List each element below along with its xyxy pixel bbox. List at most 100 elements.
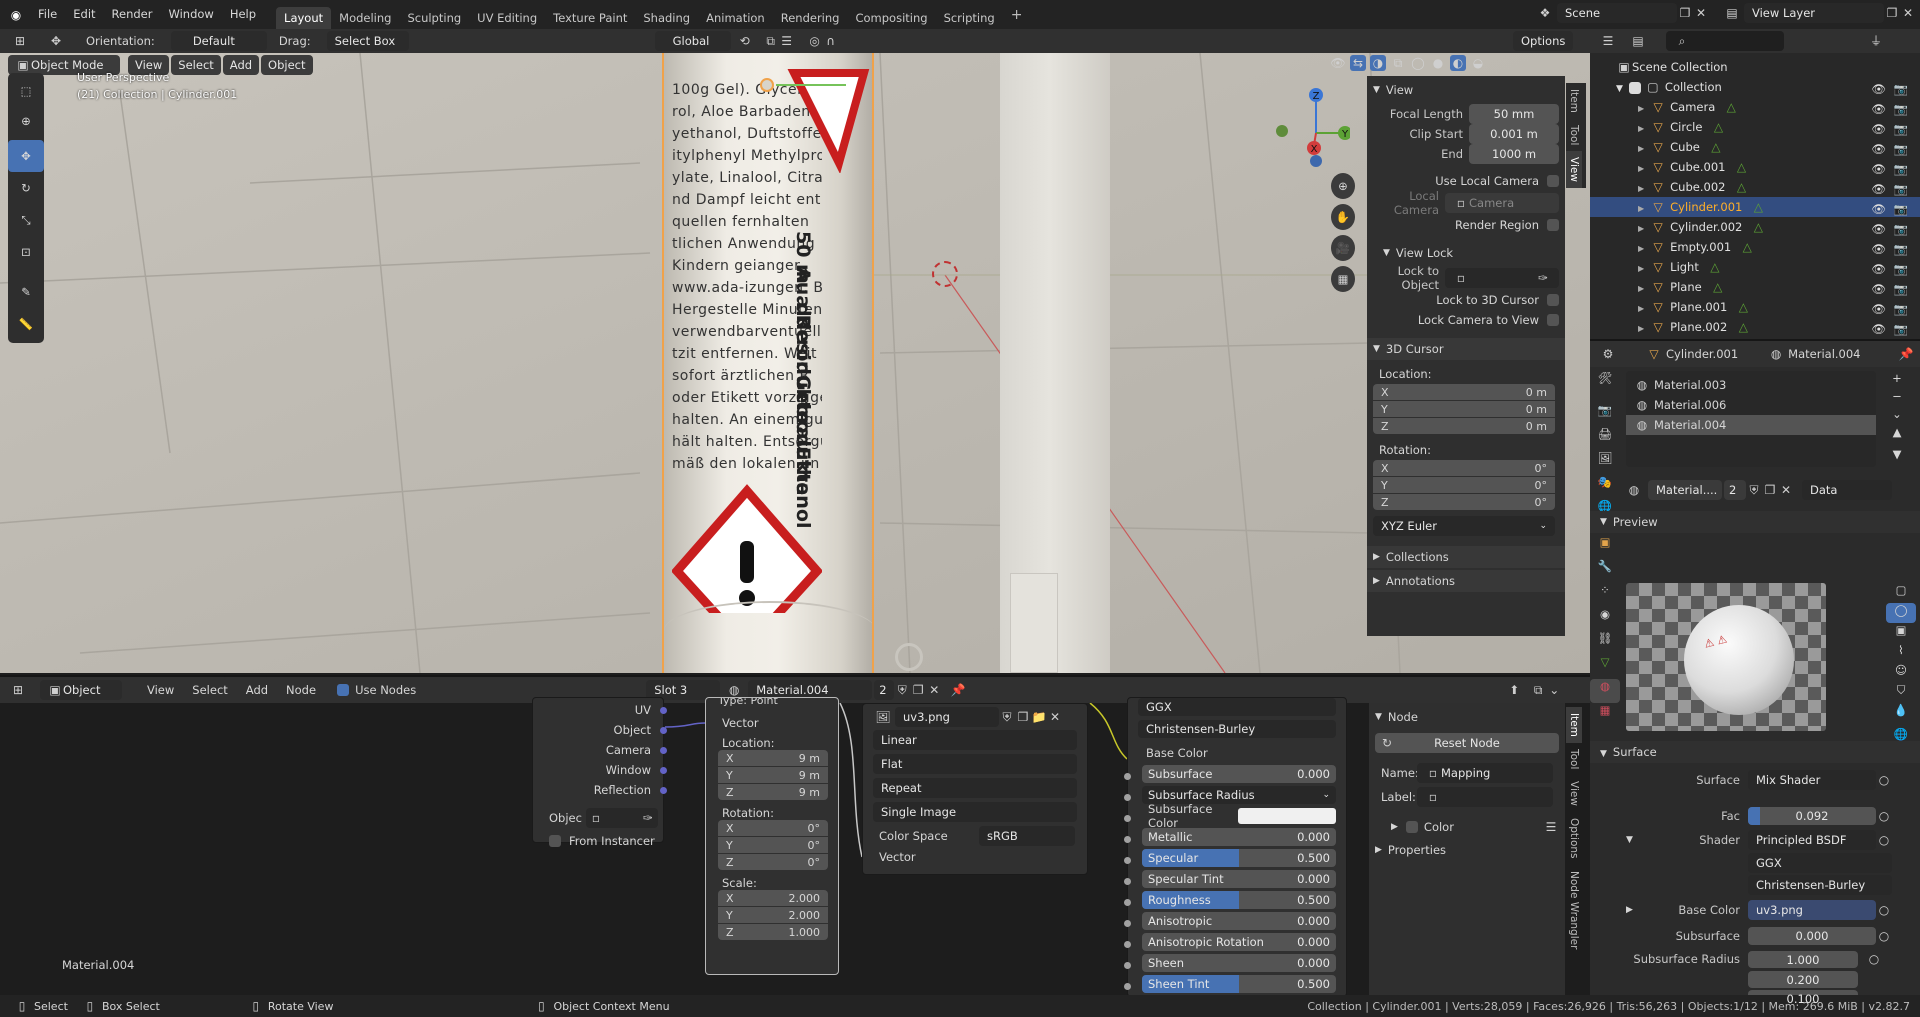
material-users-field[interactable]: 2: [1724, 480, 1746, 500]
cursor-rotation-z-field[interactable]: Z 0°: [1373, 494, 1555, 510]
material-shading-icon[interactable]: ◐: [1450, 55, 1466, 71]
pivot-icon[interactable]: ⟲: [737, 33, 753, 49]
expand-arrow-icon[interactable]: ▶: [1638, 144, 1644, 153]
material-slot-item[interactable]: ◍ Material.004: [1626, 415, 1876, 435]
bsdf-input-anisotropic-rotation[interactable]: Anisotropic Rotation 0.000: [1142, 933, 1336, 951]
visibility-eye-icon[interactable]: 👁: [1871, 279, 1886, 299]
base-color-expand-icon[interactable]: ▶: [1626, 905, 1646, 915]
material-tab-icon[interactable]: ◍: [1590, 679, 1620, 703]
rendered-shading-icon[interactable]: ◒: [1470, 55, 1486, 71]
render-camera-icon[interactable]: 📷: [1894, 319, 1908, 339]
pin-icon[interactable]: 📌: [1898, 346, 1914, 362]
lock-cursor-checkbox[interactable]: [1547, 294, 1559, 306]
object-tab-icon[interactable]: ▣: [1590, 535, 1620, 559]
options-dropdown[interactable]: Options: [1513, 31, 1574, 51]
visibility-eye-icon[interactable]: 👁: [1871, 239, 1886, 259]
expand-arrow-icon[interactable]: ▶: [1638, 224, 1644, 233]
use-local-camera-checkbox[interactable]: [1547, 175, 1559, 187]
distribution-dropdown[interactable]: GGX: [1748, 853, 1892, 873]
color-space-dropdown[interactable]: sRGB: [979, 826, 1075, 846]
visibility-eye-icon[interactable]: 👁: [1871, 179, 1886, 199]
new-scene-icon[interactable]: ❐: [1677, 5, 1693, 21]
gizmo-toggle-icon[interactable]: ⇆: [1350, 55, 1366, 71]
bsdf-input-sheen[interactable]: Sheen 0.000: [1142, 954, 1336, 972]
node-sidebar-tab-node-wrangler[interactable]: Node Wrangler: [1566, 865, 1582, 955]
workspace-tab-compositing[interactable]: Compositing: [847, 7, 935, 29]
cursor-tool-icon[interactable]: ⊕: [8, 106, 44, 136]
node-sidebar-tab-view[interactable]: View: [1566, 775, 1582, 812]
sidebar-tab-item[interactable]: Item: [1566, 83, 1582, 119]
expand-arrow-icon[interactable]: ▶: [1638, 324, 1644, 333]
input-socket[interactable]: [1124, 815, 1131, 822]
move-tool-icon[interactable]: ✥: [48, 33, 64, 49]
bsdf-input-subsurface-color[interactable]: Subsurface Color: [1142, 802, 1336, 830]
close-view-layer-icon[interactable]: ✕: [1900, 5, 1916, 21]
collection-camera-icon[interactable]: 📷: [1894, 79, 1908, 99]
projection-dropdown[interactable]: Flat: [873, 754, 1077, 774]
output-socket[interactable]: [660, 706, 667, 714]
use-nodes-checkbox[interactable]: [337, 684, 350, 696]
filter-icon[interactable]: ⏚: [1868, 33, 1884, 49]
link-dropdown[interactable]: Data: [1802, 480, 1892, 500]
falloff-icon[interactable]: ∩: [823, 33, 839, 49]
node-pin-icon[interactable]: 📌: [950, 682, 966, 698]
remove-slot-icon[interactable]: −: [1886, 389, 1908, 407]
image-browse-icon[interactable]: 🖼: [875, 709, 891, 725]
node-material-users[interactable]: 2: [874, 680, 895, 700]
shader-editor[interactable]: ⊞ ▣ Object View Select Add Node Use Nodes Sl…: [0, 675, 1590, 995]
base-color-field[interactable]: uv3.png: [1748, 900, 1876, 920]
bsdf-input-subsurface[interactable]: Subsurface 0.000: [1142, 765, 1336, 783]
interpolation-dropdown[interactable]: Linear: [873, 730, 1077, 750]
expand-arrow-icon[interactable]: ▶: [1638, 244, 1644, 253]
subsurface-radius-y[interactable]: 0.200: [1748, 971, 1858, 988]
expand-arrow-icon[interactable]: ▶: [1638, 124, 1644, 133]
render-camera-icon[interactable]: 📷: [1894, 279, 1908, 299]
outliner-item-cylinder-001[interactable]: ▶ ▽ Cylinder.001 △ 👁 📷: [1590, 197, 1920, 217]
move-slot-up-icon[interactable]: ▲: [1886, 425, 1908, 447]
bsdf-input-metallic[interactable]: Metallic 0.000: [1142, 828, 1336, 846]
shader-field[interactable]: Principled BSDF: [1748, 830, 1876, 850]
rotate-tool-icon[interactable]: ↻: [8, 172, 44, 204]
cursor-rotation-x-field[interactable]: X 0°: [1373, 460, 1555, 476]
measure-tool-icon[interactable]: 📏: [8, 308, 44, 340]
scale-tool-icon[interactable]: ⤡: [8, 204, 44, 236]
input-socket[interactable]: [1124, 920, 1131, 927]
xray-icon[interactable]: ⧉: [1390, 55, 1406, 71]
expand-arrow-icon[interactable]: ▶: [1638, 164, 1644, 173]
viewport-menu-select[interactable]: Select: [171, 55, 221, 75]
node-label-field[interactable]: ▫: [1417, 787, 1553, 807]
surface-shader-field[interactable]: Mix Shader: [1748, 770, 1876, 790]
view-layer-field[interactable]: View Layer: [1744, 3, 1884, 23]
collection-eye-icon[interactable]: 👁: [1871, 79, 1886, 99]
render-camera-icon[interactable]: 📷: [1894, 99, 1908, 119]
visibility-eye-icon[interactable]: 👁: [1871, 119, 1886, 139]
transform-tool-icon[interactable]: ⊡: [8, 236, 44, 268]
render-camera-icon[interactable]: 📷: [1894, 199, 1908, 219]
material-slot-item[interactable]: ◍ Material.006: [1626, 395, 1876, 415]
outliner-item-cube-002[interactable]: ▶ ▽ Cube.002 △ 👁 📷: [1590, 177, 1920, 197]
outliner-item-light[interactable]: ▶ ▽ Light △ 👁 📷: [1590, 257, 1920, 277]
preview-sphere-icon[interactable]: ◯: [1886, 603, 1916, 623]
editor-type-icon[interactable]: ⊞: [12, 33, 28, 49]
modifier-tab-icon[interactable]: 🔧: [1590, 559, 1620, 583]
outliner-item-plane-002[interactable]: ▶ ▽ Plane.002 △ 👁 📷: [1590, 317, 1920, 337]
subsurface-method-dropdown[interactable]: Christensen-Burley: [1748, 875, 1892, 895]
move-tool-icon[interactable]: ✥: [8, 140, 44, 172]
local-camera-field[interactable]: ▫ Camera: [1445, 193, 1559, 213]
overlay-toggle-icon[interactable]: ◑: [1370, 55, 1386, 71]
mapping-location-y-field[interactable]: Y 9 m: [718, 767, 828, 783]
mapping-scale-x-field[interactable]: X 2.000: [718, 890, 828, 906]
snap-target-icon[interactable]: ☰: [779, 33, 795, 49]
render-tab-icon[interactable]: 📷: [1590, 403, 1620, 427]
bsdf-input-anisotropic[interactable]: Anisotropic 0.000: [1142, 912, 1336, 930]
workspace-tab-layout[interactable]: Layout: [276, 7, 332, 29]
preview-hair-icon[interactable]: ⌇: [1886, 643, 1916, 663]
image-source-dropdown[interactable]: Single Image: [873, 802, 1077, 822]
workspace-tab-texture-paint[interactable]: Texture Paint: [545, 7, 635, 29]
shader-link-icon[interactable]: ○: [1876, 832, 1892, 848]
shader-expand-icon[interactable]: ▼: [1626, 835, 1646, 845]
node-color-list-icon[interactable]: ☰: [1543, 819, 1559, 835]
preview-fluid-icon[interactable]: 💧: [1886, 703, 1916, 723]
image-duplicate-icon[interactable]: ❐: [1015, 709, 1031, 725]
subsurface-link-icon[interactable]: ○: [1876, 928, 1892, 944]
